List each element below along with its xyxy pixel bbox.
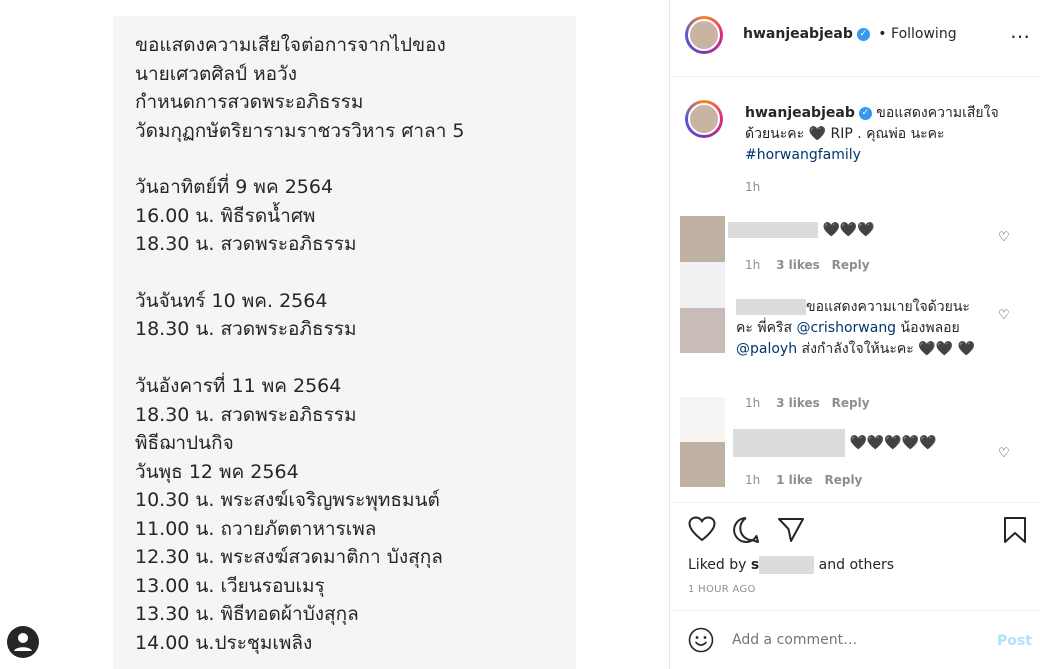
post-image-panel: ขอแสดงความเสียใจต่อการจากไปของ นายเศวตศิ… <box>0 0 670 669</box>
caption-time: 1h <box>745 180 761 194</box>
post-text-line: วันพุธ 12 พค 2564 <box>135 461 299 483</box>
commenter-avatar-placeholder <box>680 262 725 308</box>
comment-username-redacted <box>728 222 818 238</box>
verified-badge-icon: ✓ <box>856 27 870 41</box>
post-text-line: 11.00 น. ถวายภัตตาหารเพล <box>135 518 377 540</box>
comment-text: น้องพลอย <box>900 320 960 336</box>
post-text-line: 18.30 น. สวดพระอภิธรรม <box>135 404 357 426</box>
comment-text: 🖤🖤🖤🖤🖤 <box>849 435 937 451</box>
comment-time: 1h <box>745 473 761 487</box>
post-text-line: 13.30 น. พิธีทอดผ้าบังสุกุล <box>135 603 359 625</box>
comment-reply-button[interactable]: Reply <box>832 258 870 272</box>
post-text-line: 16.00 น. พิธีรดน้ำศพ <box>135 205 316 227</box>
comment-likes[interactable]: 3 likes <box>776 258 820 272</box>
header-divider <box>670 76 1040 77</box>
caption-username[interactable]: hwanjeabjeab <box>745 105 855 121</box>
caption-avatar[interactable] <box>685 100 723 138</box>
post-text-line: วัดมกุฏกษัตริยารามราชวรวิหาร ศาลา 5 <box>135 120 465 142</box>
post-text-line: 12.30 น. พระสงฆ์สวดมาติกา บังสุกุล <box>135 546 443 568</box>
comment-text: ส่งกำลังใจให้นะคะ <box>801 341 914 357</box>
liked-by-user[interactable]: s <box>751 557 759 573</box>
add-comment-input[interactable] <box>732 630 962 650</box>
caption-hashtag[interactable]: #horwangfamily <box>745 147 861 163</box>
comment-mention[interactable]: @crishorwang <box>796 320 896 336</box>
comment-like-icon[interactable]: ♡ <box>998 446 1010 461</box>
header-user-row: hwanjeabjeab ✓ • Following <box>743 26 957 42</box>
post-text-line: 18.30 น. สวดพระอภิธรรม <box>135 233 357 255</box>
post-text-line: 18.30 น. สวดพระอภิธรรม <box>135 318 357 340</box>
caption-text: hwanjeabjeab ✓ ขอแสดงความเสียใจ ด้วยนะคะ … <box>745 103 1015 166</box>
comment-bubble-icon[interactable] <box>732 516 760 548</box>
post-text-line: วันอังคารที่ 11 พค 2564 <box>135 375 342 397</box>
author-username[interactable]: hwanjeabjeab <box>743 26 853 42</box>
caption-body: ขอแสดงความเสียใจ <box>876 105 999 121</box>
user-tags-icon[interactable] <box>7 626 39 658</box>
comment-like-icon[interactable]: ♡ <box>998 308 1010 323</box>
post-text-line: วันอาทิตย์ที่ 9 พค 2564 <box>135 176 334 198</box>
post-text-line: 13.00 น. เวียนรอบเมรุ <box>135 575 325 597</box>
comment-row: 🖤🖤🖤 <box>728 222 875 238</box>
verified-badge-icon: ✓ <box>858 106 872 120</box>
comment-text: 🖤🖤🖤 <box>822 222 875 238</box>
comment-reply-button[interactable]: Reply <box>824 473 862 487</box>
caption-body: ด้วยนะคะ <box>745 126 805 142</box>
liked-by-user-redacted <box>759 556 815 574</box>
save-bookmark-icon[interactable] <box>1003 516 1027 548</box>
commenter-avatar[interactable] <box>680 216 725 262</box>
comment-meta: 1h 3 likes Reply <box>745 396 870 410</box>
commenter-avatar[interactable] <box>680 308 725 353</box>
liked-by-suffix[interactable]: and others <box>819 557 894 573</box>
emoji-icon[interactable] <box>688 627 714 657</box>
post-sidebar: hwanjeabjeab ✓ • Following ⋯ hwanjeabjeab… <box>670 0 1040 669</box>
post-text-line: วันจันทร์ 10 พค. 2564 <box>135 290 328 312</box>
comment-reply-button[interactable]: Reply <box>832 396 870 410</box>
following-button[interactable]: Following <box>891 26 957 42</box>
comment-likes[interactable]: 1 like <box>776 473 813 487</box>
post-text-line: 10.30 น. พระสงฆ์เจริญพระพุทธมนต์ <box>135 489 440 511</box>
post-text-line: พิธีฌาปนกิจ <box>135 432 234 454</box>
comments-divider <box>670 502 1040 503</box>
commenter-avatar[interactable] <box>680 442 725 487</box>
comment-hearts: 🖤🖤 <box>918 341 954 357</box>
comment-username-redacted <box>733 429 845 457</box>
caption-body: RIP . คุณพ่อ นะคะ <box>830 126 945 142</box>
more-options-icon[interactable]: ⋯ <box>1010 26 1030 46</box>
header-separator: • <box>878 26 887 42</box>
liked-by-prefix: Liked by <box>688 557 747 573</box>
post-text-line: นายเศวตศิลป์ หอวัง <box>135 63 298 85</box>
post-text-line: กำหนดการสวดพระอภิธรรม <box>135 91 364 113</box>
post-text-line: 14.00 น.ประชุมเพลิง <box>135 632 313 654</box>
like-heart-icon[interactable] <box>688 516 716 546</box>
comment-mention[interactable]: @paloyh <box>736 341 797 357</box>
composer-divider <box>670 610 1040 611</box>
comment-meta: 1h 1 like Reply <box>745 473 862 487</box>
post-text-line: ขอแสดงความเสียใจต่อการจากไปของ <box>135 34 446 56</box>
author-avatar[interactable] <box>685 16 723 54</box>
post-comment-button[interactable]: Post <box>997 633 1032 649</box>
post-timestamp[interactable]: 1 HOUR AGO <box>688 584 756 595</box>
liked-by-row: Liked by s and others <box>688 556 894 574</box>
comment-time: 1h <box>745 258 761 272</box>
share-send-icon[interactable] <box>777 517 805 547</box>
comment-row: ขอแสดงความเายใจด้วยนะ คะ พี่คริส @crisho… <box>736 297 986 360</box>
comment-username-redacted <box>736 299 806 315</box>
comment-meta: 1h 3 likes Reply <box>745 258 870 272</box>
commenter-avatar-placeholder <box>680 397 725 442</box>
comment-text: คะ พี่คริส <box>736 320 792 336</box>
comment-time: 1h <box>745 396 761 410</box>
comment-hearts: 🖤 <box>957 341 975 357</box>
comment-text: ขอแสดงความเายใจด้วยนะ <box>806 299 970 315</box>
comment-row: 🖤🖤🖤🖤🖤 <box>733 429 937 457</box>
black-heart-icon: 🖤 <box>808 126 827 142</box>
comment-likes[interactable]: 3 likes <box>776 396 820 410</box>
comment-like-icon[interactable]: ♡ <box>998 230 1010 245</box>
